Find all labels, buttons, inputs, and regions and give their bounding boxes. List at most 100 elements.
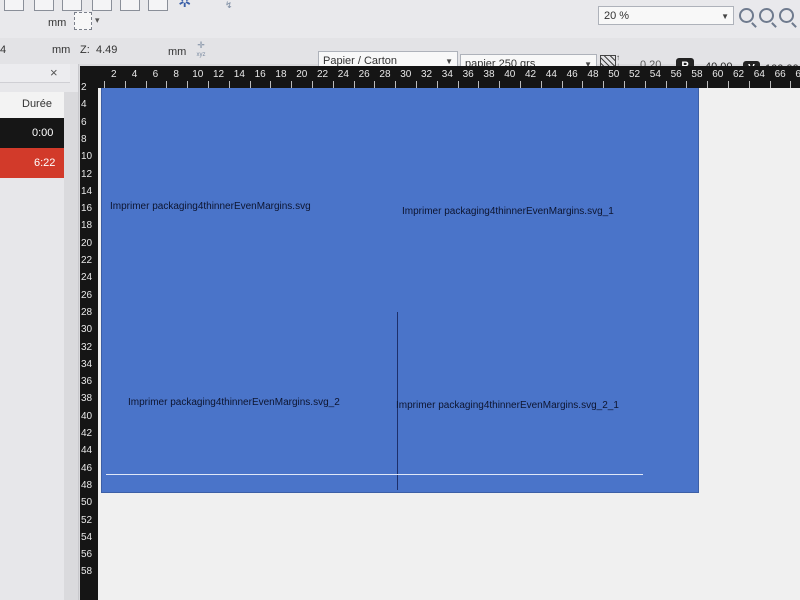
ruler-tick-label: 30 [81,324,93,336]
job-duration: 6:22 [34,157,56,169]
ruler-tick-label: 26 [358,69,370,80]
toolbar-icon-3[interactable] [62,0,82,11]
ruler-tick-label: 44 [81,445,93,457]
ruler-tick-label: 40 [504,69,516,80]
ruler-tick-label: 56 [81,549,93,561]
ruler-tick-label: 32 [421,69,433,80]
ruler-tick-label: 60 [712,69,724,80]
ruler-tick-label: 54 [81,531,93,543]
ruler-tick-label: 20 [81,237,93,249]
ruler-tick-label: 46 [566,69,578,80]
ruler-tick-label: 36 [81,376,93,388]
ruler-tick-label: 2 [81,82,87,93]
toolbar-icon-6[interactable] [148,0,168,11]
ruler-tick [353,81,355,88]
panel-header [0,64,70,83]
ruler-tick-label: 58 [691,69,703,80]
ruler-tick [707,81,709,88]
ruler-tick-label: 34 [81,358,93,370]
ruler-tick-label: 10 [192,69,204,80]
ruler-tick-label: 48 [81,479,93,491]
ruler-tick [457,81,459,88]
ruler-tick-label: 18 [275,69,287,80]
ruler-tick-label: 6 [152,69,159,80]
ruler-tick [665,81,667,88]
divider-line [106,474,643,475]
ruler-tick-label: 44 [545,69,557,80]
ruler-tick-label: 18 [81,220,93,232]
ruler-tick [312,81,313,88]
gear-icon[interactable]: ✲ [178,0,198,11]
ruler-tick [540,81,542,88]
toolbar-icon-2[interactable] [34,0,54,11]
ruler-tick [416,81,417,88]
panel-splitter[interactable] [64,92,78,600]
transform-icon[interactable] [74,12,92,30]
ruler-tick [124,81,126,88]
ruler-tick [436,81,438,88]
job-label[interactable]: Imprimer packaging4thinnerEvenMargins.sv… [396,400,619,411]
ruler-tick-label: 38 [81,393,93,405]
ruler-tick-label: 58 [81,566,93,578]
x-unit: mm [52,44,71,56]
ruler-tick-label: 26 [81,289,93,301]
ruler-tick-label: 4 [131,69,138,80]
ruler-tick [104,81,105,88]
ruler-tick [145,81,147,88]
z-unit: mm [168,46,187,58]
ruler-tick-label: 20 [296,69,308,80]
x-value[interactable]: 4 [0,44,6,56]
ruler-tick-label: 36 [462,69,474,80]
ruler-tick-label: 12 [81,168,93,180]
arrow-icon[interactable]: ↯ [225,0,233,11]
ruler-tick [790,81,792,88]
ruler-tick-label: 14 [81,185,93,197]
toolbar-icon-4[interactable] [92,0,112,11]
ruler-tick [332,81,334,88]
zoom-value: 20 % [604,10,630,22]
zoom-select[interactable]: 20 % ▼ [598,6,734,25]
toolbar-icon-1[interactable] [4,0,24,11]
job-duration: 0:00 [32,127,54,139]
ruler-tick-label: 24 [337,69,349,80]
ruler-tick-label: 12 [213,69,225,80]
job-label[interactable]: Imprimer packaging4thinnerEvenMargins.sv… [402,206,614,217]
ruler-tick [478,81,480,88]
ruler-tick [644,81,646,88]
ruler-tick [499,81,501,88]
ruler-tick-label: 24 [81,272,93,284]
duration-header-label: Durée [22,98,52,110]
job-label[interactable]: Imprimer packaging4thinnerEvenMargins.sv… [128,397,340,408]
ruler-tick-label: 40 [81,410,93,422]
ruler-tick [748,81,750,88]
ruler-tick [166,81,168,88]
unit-label: mm [48,17,67,29]
ruler-tick-label: 22 [81,255,93,266]
ruler-tick-label: 30 [400,69,412,80]
zoom-in-icon[interactable] [759,8,774,23]
close-icon[interactable]: × [50,65,58,80]
ruler-tick-label: 50 [608,69,620,80]
ruler-tick-label: 34 [441,69,453,80]
ruler-tick-label: 52 [629,69,641,80]
ruler-tick-label: 66 [774,69,786,80]
ruler-tick-label: 16 [81,203,93,215]
job-label[interactable]: Imprimer packaging4thinnerEvenMargins.sv… [110,201,311,212]
ruler-tick-label: 14 [233,69,245,80]
search-icon[interactable] [739,8,754,23]
xyz-move-icon[interactable]: ✛ xyz [192,41,210,59]
chevron-down-icon[interactable]: ▾ [95,15,100,26]
toolbar-icon-5[interactable] [120,0,140,11]
ruler-tick-label: 54 [649,69,661,80]
ruler-tick [228,81,230,88]
z-value-input[interactable]: 4.49 [96,44,117,56]
ruler-vertical: 2 4 6 8 10 12 14 16 18 20 22 24 26 28 30 32 34 36 38 40 42 44… [80,82,98,600]
zoom-out-icon[interactable] [779,8,794,23]
chevron-down-icon: ▼ [721,12,729,21]
work-area[interactable] [102,88,698,492]
ruler-tick [291,81,293,88]
ruler-tick-label: 42 [525,69,537,80]
ruler-tick-label: 48 [587,69,599,80]
z-label: Z: [80,44,90,56]
ruler-tick-label: 32 [81,341,93,353]
